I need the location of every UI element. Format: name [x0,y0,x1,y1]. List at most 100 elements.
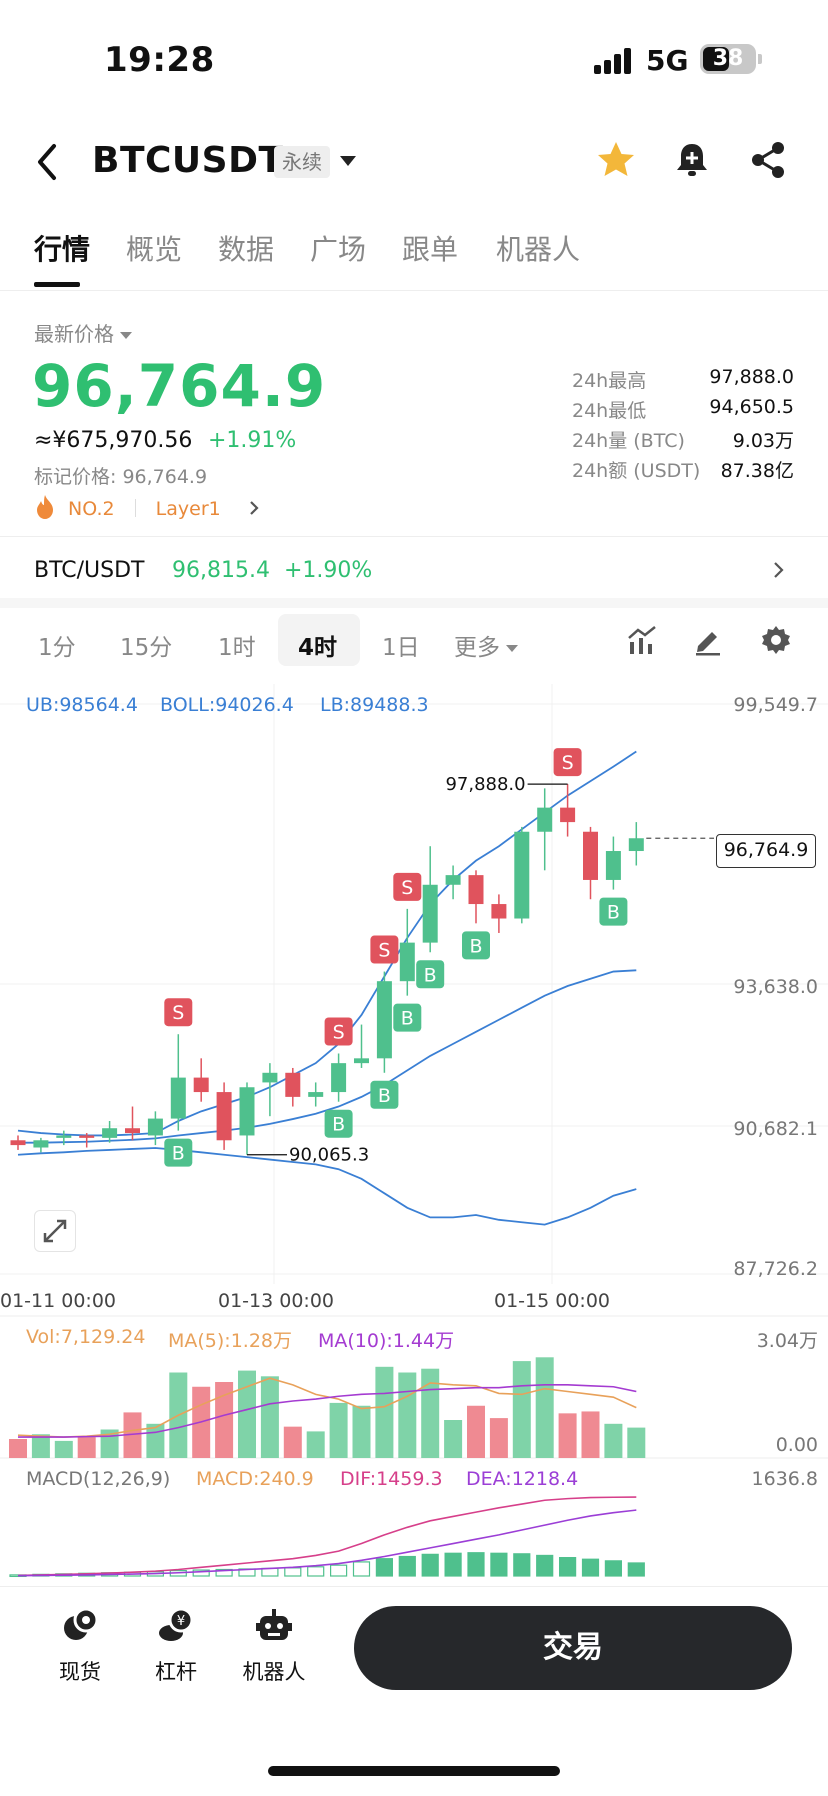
expand-icon [43,1219,67,1243]
timeframe-1h[interactable]: 1时 [218,628,256,662]
indicator-icon[interactable] [626,624,658,656]
ma10-label: MA(10):1.44万 [318,1330,455,1352]
macd-histogram-bar [284,1567,302,1577]
chart-settings-gear-icon[interactable] [760,624,792,656]
section-gap [0,598,828,608]
cellular-signal-icon [594,48,634,74]
macd-histogram-bar [307,1566,325,1577]
candle-body [239,1087,255,1136]
candle-body [331,1063,347,1093]
tab-copy-trading[interactable]: 跟单 [402,228,458,268]
trade-button[interactable]: 交易 [354,1606,792,1690]
price-alert-button[interactable] [670,138,714,182]
robot-icon [256,1609,292,1640]
tab-data[interactable]: 数据 [218,228,274,268]
rank-separator [134,499,136,517]
volume-bar [329,1402,348,1458]
back-button[interactable] [30,140,70,184]
price-axis-bottom: 87,726.2 [733,1258,818,1280]
chevron-right-icon [250,501,259,515]
volume-bar [375,1366,394,1458]
candle-body [354,1058,369,1064]
volume-bar [512,1361,531,1458]
draw-tool-icon[interactable] [692,624,724,656]
mark-price: 标记价格: 96,764.9 [34,466,208,488]
nav-spot[interactable]: 现货 [40,1606,120,1686]
rank-row[interactable]: NO.2 Layer1 [34,494,261,522]
margin-coins-icon: ¥ [159,1607,194,1641]
caret-down-icon [120,332,132,339]
tab-bots[interactable]: 机器人 [496,228,580,268]
timeframe-4h[interactable]: 4时 [298,628,337,662]
timeframe-more-label: 更多 [454,635,500,661]
nav-bot[interactable]: 机器人 [234,1606,314,1686]
nav-spot-label: 现货 [59,1660,101,1684]
stat-value-volume: 9.03万 [732,430,794,452]
timeframe-15m[interactable]: 15分 [120,628,172,662]
spot-pair-name[interactable]: BTC/USDT [34,558,144,583]
fullscreen-button[interactable] [34,1210,76,1252]
volume-bar [9,1439,27,1458]
macd-histogram-bar [375,1558,393,1577]
chart-canvas[interactable]: SSSSSBBBBBBB 97,888.090,065.3 [0,684,828,1584]
tab-overview[interactable]: 概览 [126,228,182,268]
volume-bar [581,1411,600,1458]
timeframe-more[interactable]: 更多 [454,628,518,662]
macd-histogram-bar [627,1562,645,1577]
favorite-button[interactable] [594,138,638,182]
stat-value-turnover: 87.38亿 [720,460,794,482]
sector-tag: Layer1 [155,498,221,520]
share-button[interactable] [746,138,790,182]
volume-bar [260,1376,279,1458]
bell-plus-icon [677,144,707,176]
volume-bar [77,1437,96,1458]
boll-mid-label: BOLL:94026.4 [160,694,294,716]
macd-histogram-bar [421,1553,439,1577]
macd-histogram-bar [261,1567,279,1577]
symbol-title[interactable]: BTCUSDT [92,140,284,181]
high-price-label: 97,888.0 [445,774,525,795]
spot-pair-price[interactable]: 96,815.4 +1.90% [172,558,372,583]
macd-panel [9,1496,645,1578]
candle-body [102,1128,118,1138]
boll-ub-label: UB:98564.4 [26,694,138,716]
pair-divider-top [0,536,828,537]
volume-bar [421,1368,440,1458]
candle-body [491,904,507,919]
price-type-selector[interactable]: 最新价格 [34,318,132,347]
battery-level: 38 [712,46,744,71]
macd-histogram-bar [490,1552,508,1577]
tab-square[interactable]: 广场 [310,228,366,268]
nav-bot-label: 机器人 [242,1660,306,1684]
volume-bars [9,1357,646,1458]
nav-margin[interactable]: ¥ 杠杆 [136,1606,216,1686]
boll-lb-label: LB:89488.3 [320,694,429,716]
buy-signal-badge-text: B [378,1085,391,1107]
stat-value-low: 94,650.5 [709,396,794,418]
macd-histogram-bar [536,1554,554,1577]
macd-value-label: MACD:240.9 [196,1468,314,1490]
candle-body [216,1092,232,1141]
timeframe-1d[interactable]: 1日 [382,628,420,662]
status-time: 19:28 [104,40,215,80]
macd-histogram-bar [467,1552,485,1577]
price-axis-2: 93,638.0 [733,976,818,998]
symbol-dropdown-icon[interactable] [340,156,356,166]
tab-market[interactable]: 行情 [34,228,90,268]
active-tab-indicator [34,282,80,287]
candle-body [560,807,576,823]
macd-histogram-bar [352,1561,371,1577]
candle-body [422,884,438,943]
stat-label-low: 24h最低 [572,400,647,422]
vol-axis-bottom: 0.00 [775,1434,818,1456]
time-axis-0: 01-11 00:00 [0,1290,117,1312]
macd-histogram-bar [398,1555,416,1577]
home-indicator [268,1766,560,1776]
pair-chevron-right-icon[interactable] [770,558,786,582]
candle-body [537,807,553,832]
sell-signal-badge-text: S [401,877,413,899]
candle-body [193,1077,209,1093]
timeframe-1m[interactable]: 1分 [38,628,76,662]
volume-bar [467,1405,485,1458]
volume-bar [604,1423,623,1458]
